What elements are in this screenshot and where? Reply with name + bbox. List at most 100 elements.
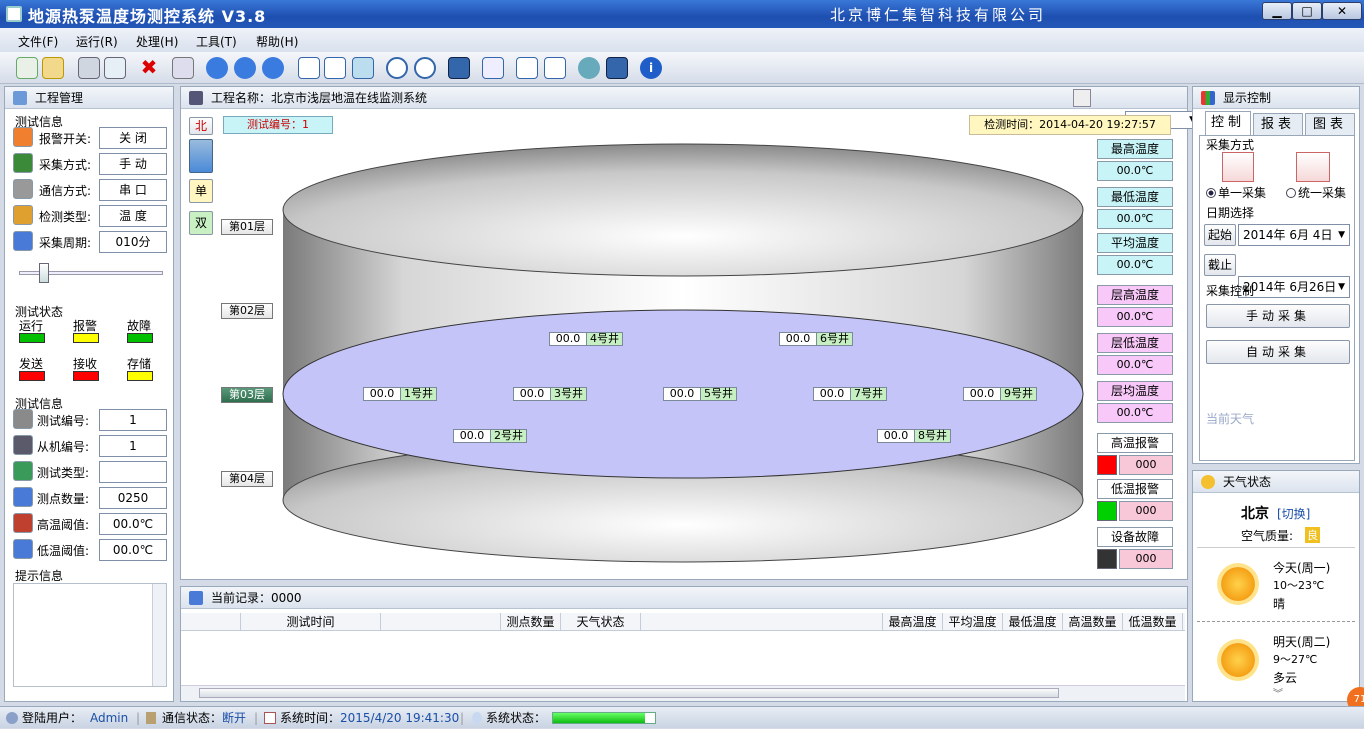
well-marker[interactable]: 00.0 6号井 (779, 332, 853, 346)
close-icon[interactable]: ✕ (1322, 2, 1362, 20)
export-icon[interactable] (516, 57, 538, 79)
maximize-icon[interactable]: □ (1292, 2, 1322, 20)
well-marker[interactable]: 00.0 9号井 (963, 387, 1037, 401)
print-icon[interactable] (78, 57, 100, 79)
end-date-picker[interactable]: 2014年 6月26日 ▼ (1238, 276, 1350, 298)
cylinder-top (282, 143, 1084, 277)
settings-list-icon[interactable] (482, 57, 504, 79)
refresh-icon[interactable] (578, 57, 600, 79)
tomorrow-range: 9～27℃ (1273, 653, 1318, 666)
well-marker[interactable]: 00.0 2号井 (453, 429, 527, 443)
well-marker[interactable]: 00.0 5号井 (663, 387, 737, 401)
open-folder-icon[interactable] (42, 57, 64, 79)
well-marker[interactable]: 00.0 8号井 (877, 429, 951, 443)
group-hint-info: 提示信息 (15, 569, 64, 583)
project-panel-title: 工程管理 (35, 91, 84, 105)
split-view-icon[interactable] (544, 57, 566, 79)
menu-bar: 文件(F) 运行(R) 处理(H) 工具(T) 帮助(H) (0, 28, 1364, 52)
records-scroll-thumb[interactable] (199, 688, 1059, 698)
grid-view-icon[interactable] (298, 57, 320, 79)
layer-button[interactable]: 第03层 (221, 387, 273, 403)
single-button[interactable]: 单 (189, 179, 213, 203)
delete-icon[interactable]: ✖ (138, 57, 160, 79)
manual-collect-button[interactable]: 手动采集 (1206, 304, 1350, 328)
north-button[interactable]: 北 (189, 117, 213, 135)
collect-icon (13, 153, 33, 173)
col-weather[interactable]: 天气状态 (561, 613, 641, 631)
radio-single-label: 单一采集 (1218, 186, 1267, 200)
new-project-icon[interactable] (16, 57, 38, 79)
col-point-count[interactable]: 测点数量 (501, 613, 561, 631)
col-low-count[interactable]: 低温数量 (1123, 613, 1183, 631)
play-icon[interactable] (234, 57, 256, 79)
tab-control[interactable]: 控制 (1205, 111, 1251, 135)
print-preview-icon[interactable] (104, 57, 126, 79)
chart-view-icon[interactable] (352, 57, 374, 79)
pause-icon[interactable] (262, 57, 284, 79)
info2-icon (13, 461, 33, 481)
skip-back-icon[interactable] (206, 57, 228, 79)
list-view-icon[interactable] (324, 57, 346, 79)
zoom-out-icon[interactable] (414, 57, 436, 79)
info2-value: 00.0℃ (99, 513, 167, 535)
status-lamp (127, 371, 153, 381)
col-test-time[interactable]: 测试时间 (241, 613, 381, 631)
well-marker[interactable]: 00.0 3号井 (513, 387, 587, 401)
well-marker[interactable]: 00.0 7号井 (813, 387, 887, 401)
home-icon[interactable] (1073, 89, 1091, 107)
structure-icon[interactable] (448, 57, 470, 79)
hint-scrollbar[interactable] (152, 584, 166, 686)
layer-button[interactable]: 第04层 (221, 471, 273, 487)
col-high-count[interactable]: 高温数量 (1063, 613, 1123, 631)
records-hscrollbar[interactable] (181, 685, 1185, 701)
project-name: 工程名称：北京市浅层地温在线监测系统 (211, 91, 428, 105)
minimize-icon[interactable]: ▁ (1262, 2, 1292, 20)
col-avg-temp[interactable]: 平均温度 (943, 613, 1003, 631)
start-date-picker[interactable]: 2014年 6月 4日 ▼ (1238, 224, 1350, 246)
info-label: 通信方式: (39, 184, 92, 198)
tab-report[interactable]: 报表 (1253, 113, 1303, 137)
info2-label: 测试编号: (37, 414, 90, 428)
menu-process[interactable]: 处理(H) (136, 33, 178, 50)
user-icon (6, 712, 18, 724)
menu-file[interactable]: 文件(F) (18, 33, 58, 50)
radio-single[interactable] (1206, 188, 1216, 198)
arrow-up-icon[interactable] (189, 139, 213, 173)
sunny-icon (1221, 567, 1255, 601)
well-marker[interactable]: 00.0 1号井 (363, 387, 437, 401)
expand-chevron-icon[interactable]: ︾ (1273, 685, 1283, 700)
zoom-in-icon[interactable] (386, 57, 408, 79)
layer-button[interactable]: 第01层 (221, 219, 273, 235)
menu-tools[interactable]: 工具(T) (196, 33, 237, 50)
well-name: 9号井 (1000, 388, 1036, 400)
status-label: 发送 (19, 357, 44, 371)
double-button[interactable]: 双 (189, 211, 213, 235)
project-panel: 工程管理 测试信息 报警开关: 关 闭采集方式: 手 动通信方式: 串 口检测类型: 温… (4, 86, 174, 702)
monitor-icon (189, 91, 203, 105)
status-label: 存储 (127, 357, 152, 371)
info-icon[interactable]: i (640, 57, 662, 79)
status-label: 报警 (73, 319, 98, 333)
display-control-header: 显示控制 (1193, 87, 1359, 109)
layer-button[interactable]: 第02层 (221, 303, 273, 319)
aqi-label: 空气质量: (1241, 529, 1294, 543)
col-min-temp[interactable]: 最低温度 (1003, 613, 1063, 631)
info2-icon (13, 487, 33, 507)
tab-chart[interactable]: 图表 (1305, 113, 1355, 137)
col-blank (181, 613, 241, 631)
menu-run[interactable]: 运行(R) (76, 33, 118, 50)
test-number-badge: 测试编号：1 (223, 116, 333, 134)
single-house-icon[interactable] (1222, 152, 1254, 182)
col-max-temp[interactable]: 最高温度 (883, 613, 943, 631)
clock-icon (13, 231, 33, 251)
menu-help[interactable]: 帮助(H) (256, 33, 298, 50)
radio-unified[interactable] (1286, 188, 1296, 198)
well-marker[interactable]: 00.0 4号井 (549, 332, 623, 346)
period-slider-thumb[interactable] (39, 263, 49, 283)
save-icon[interactable] (606, 57, 628, 79)
auto-collect-button[interactable]: 自动采集 (1206, 340, 1350, 364)
multi-house-icon[interactable] (1296, 152, 1330, 182)
hint-textbox[interactable] (13, 583, 167, 687)
search-device-icon[interactable] (172, 57, 194, 79)
weather-switch-link[interactable]: [切换] (1277, 505, 1310, 522)
